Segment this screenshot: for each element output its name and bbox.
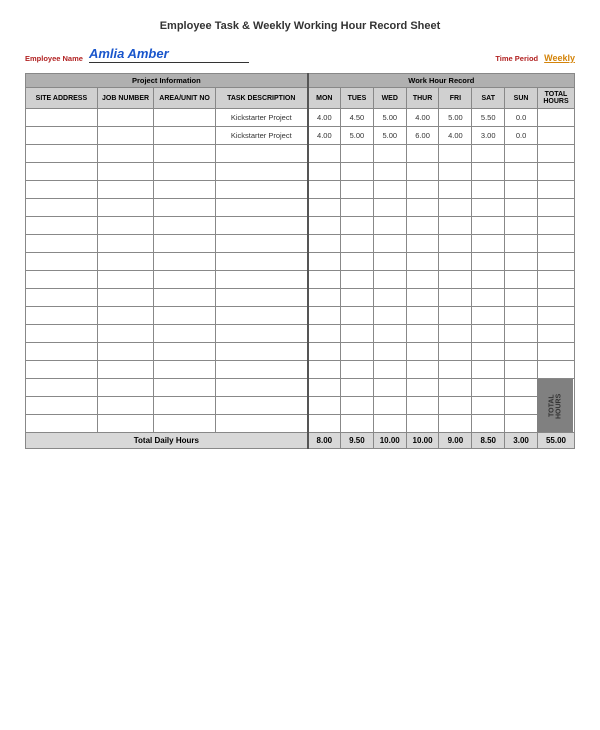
- time-period-value: Weekly: [544, 53, 575, 63]
- col-task: TASK DESCRIPTION: [215, 88, 307, 109]
- total-thu: 10.00: [406, 433, 439, 449]
- total-fri: 9.00: [439, 433, 472, 449]
- page-title: Employee Task & Weekly Working Hour Reco…: [25, 20, 575, 32]
- col-job: JOB NUMBER: [97, 88, 153, 109]
- col-wed: WED: [373, 88, 406, 109]
- table-row: [26, 145, 575, 163]
- table-row: [26, 289, 575, 307]
- total-all: 55.00: [537, 433, 574, 449]
- project-info-header: Project Information: [26, 74, 308, 88]
- total-mon: 8.00: [308, 433, 341, 449]
- employee-label: Employee Name: [25, 54, 83, 63]
- total-label: Total Daily Hours: [26, 433, 308, 449]
- employee-row: Employee Name Amlia Amber Time Period We…: [25, 46, 575, 63]
- total-tue: 9.50: [341, 433, 374, 449]
- table-row: [26, 163, 575, 181]
- main-table: Project Information Work Hour Record SIT…: [25, 73, 575, 449]
- workhour-header: Work Hour Record: [308, 74, 575, 88]
- col-thu: THUR: [406, 88, 439, 109]
- table-row: [26, 343, 575, 361]
- col-sat: SAT: [472, 88, 505, 109]
- table-row: [26, 181, 575, 199]
- total-hours-cell: TOTAL HOURS: [537, 379, 574, 433]
- table-row: [26, 199, 575, 217]
- col-site: SITE ADDRESS: [26, 88, 98, 109]
- col-sun: SUN: [505, 88, 538, 109]
- table-row: Kickstarter Project4.004.505.004.005.005…: [26, 109, 575, 127]
- table-row: Kickstarter Project4.005.005.006.004.003…: [26, 127, 575, 145]
- total-sun: 3.00: [505, 433, 538, 449]
- col-tue: TUES: [341, 88, 374, 109]
- col-total: TOTAL HOURS: [537, 88, 574, 109]
- table-row: [26, 397, 575, 415]
- table-row: [26, 271, 575, 289]
- table-row: [26, 361, 575, 379]
- table-row: [26, 325, 575, 343]
- table-row: [26, 253, 575, 271]
- table-row: [26, 217, 575, 235]
- col-mon: MON: [308, 88, 341, 109]
- table-row: TOTAL HOURS: [26, 379, 575, 397]
- totals-row: Total Daily Hours 8.00 9.50 10.00 10.00 …: [26, 433, 575, 449]
- table-row: [26, 415, 575, 433]
- employee-name: Amlia Amber: [89, 46, 249, 63]
- table-row: [26, 235, 575, 253]
- total-sat: 8.50: [472, 433, 505, 449]
- col-area: AREA/UNIT NO: [154, 88, 216, 109]
- table-row: [26, 307, 575, 325]
- total-wed: 10.00: [373, 433, 406, 449]
- col-fri: FRI: [439, 88, 472, 109]
- time-period-label: Time Period: [495, 54, 538, 63]
